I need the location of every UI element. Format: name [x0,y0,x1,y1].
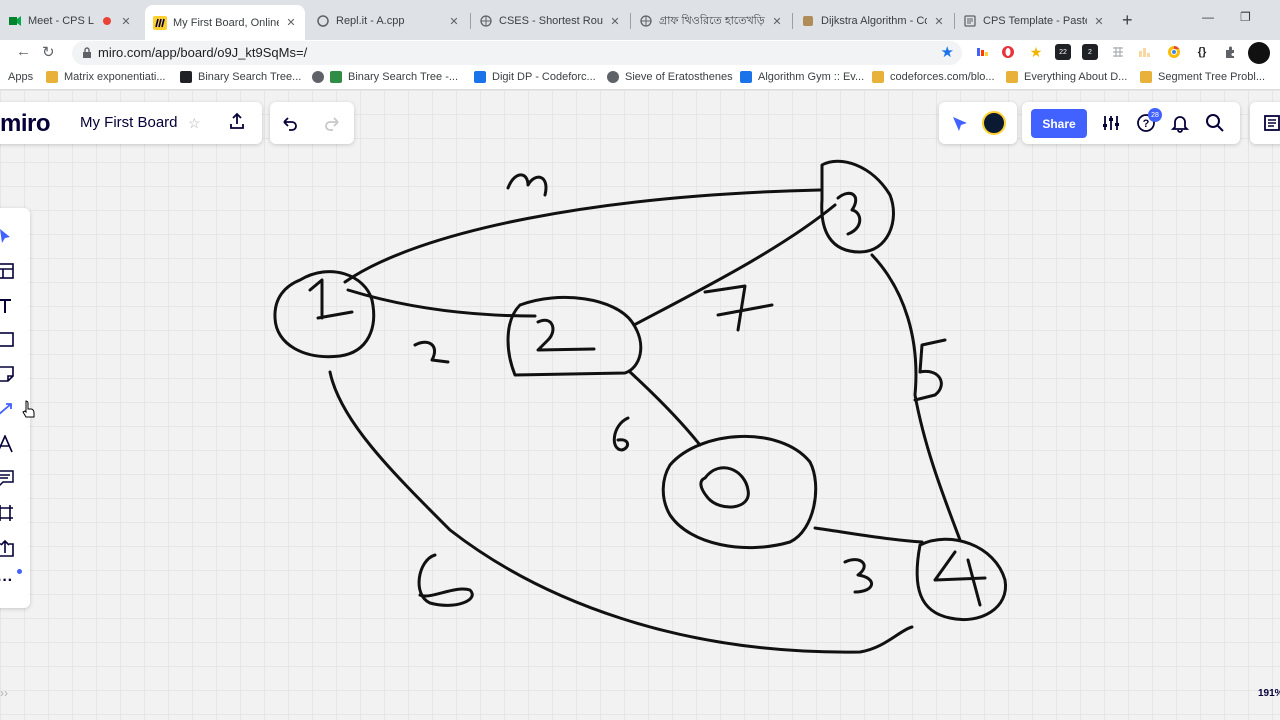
edge-label-6-mid [612,416,630,452]
help-badge: 28 [1148,108,1162,122]
board-name[interactable]: My First Board [80,114,178,131]
edge-1-3 [343,188,822,284]
edge-label-5 [913,338,947,402]
node-2-circle [506,295,643,377]
side-menu-panel [1250,102,1280,144]
select-cursor-icon[interactable] [0,225,16,247]
zoom-level[interactable]: 191% [1258,688,1280,699]
templates-icon[interactable] [0,260,16,282]
edge-label-6-bottom [417,553,474,607]
connection-line-icon[interactable] [0,398,16,420]
edge-1-2 [346,288,537,318]
edge-label-3-top [506,173,548,197]
miro-logo[interactable]: miro [0,110,51,138]
frame-icon[interactable] [0,502,16,524]
hand-pointer-cursor-icon [22,400,35,418]
edge-3-4 [870,253,962,542]
expand-panel-icon[interactable]: ›› [0,686,8,700]
shape-tool-icon[interactable] [0,329,16,351]
undo-redo-panel [270,102,354,144]
edge-label-2 [413,340,450,364]
user-avatar[interactable] [982,111,1006,135]
edge-2-0 [628,370,702,447]
sticky-note-icon[interactable] [0,363,16,385]
node-0-label [699,466,750,509]
notifications-bell-icon[interactable] [1171,113,1189,133]
redo-icon[interactable] [324,114,342,132]
new-indicator-dot [17,569,22,574]
node-4-label [933,550,987,607]
undo-icon[interactable] [280,114,298,132]
node-2-label [536,318,596,352]
upload-icon[interactable] [0,537,16,559]
board-list-icon[interactable] [1264,115,1280,131]
text-tool-icon[interactable] [0,295,16,317]
pen-tool-icon[interactable] [0,433,16,455]
edge-label-3-bottom [843,558,873,594]
settings-sliders-icon[interactable] [1101,114,1121,132]
board-title-panel: miro My First Board ☆ [0,102,262,144]
svg-text:?: ? [1143,118,1150,130]
favorite-star-icon[interactable]: ☆ [188,115,201,132]
edge-0-4 [813,526,924,544]
edge-label-7 [703,284,774,332]
node-0-circle [661,435,818,549]
node-1-label [308,278,354,320]
search-icon[interactable] [1205,113,1225,133]
export-upload-icon[interactable] [228,112,246,130]
cursor-follow-icon[interactable] [951,114,971,132]
edge-2-3 [632,203,837,327]
more-tools-icon[interactable]: ··· [0,570,16,592]
edge-1-4 [328,370,914,654]
node-1-circle [273,270,376,359]
collaborators-panel [939,102,1017,144]
comment-icon[interactable] [0,468,16,490]
share-button[interactable]: Share [1031,109,1087,138]
node-3-label [836,191,862,236]
